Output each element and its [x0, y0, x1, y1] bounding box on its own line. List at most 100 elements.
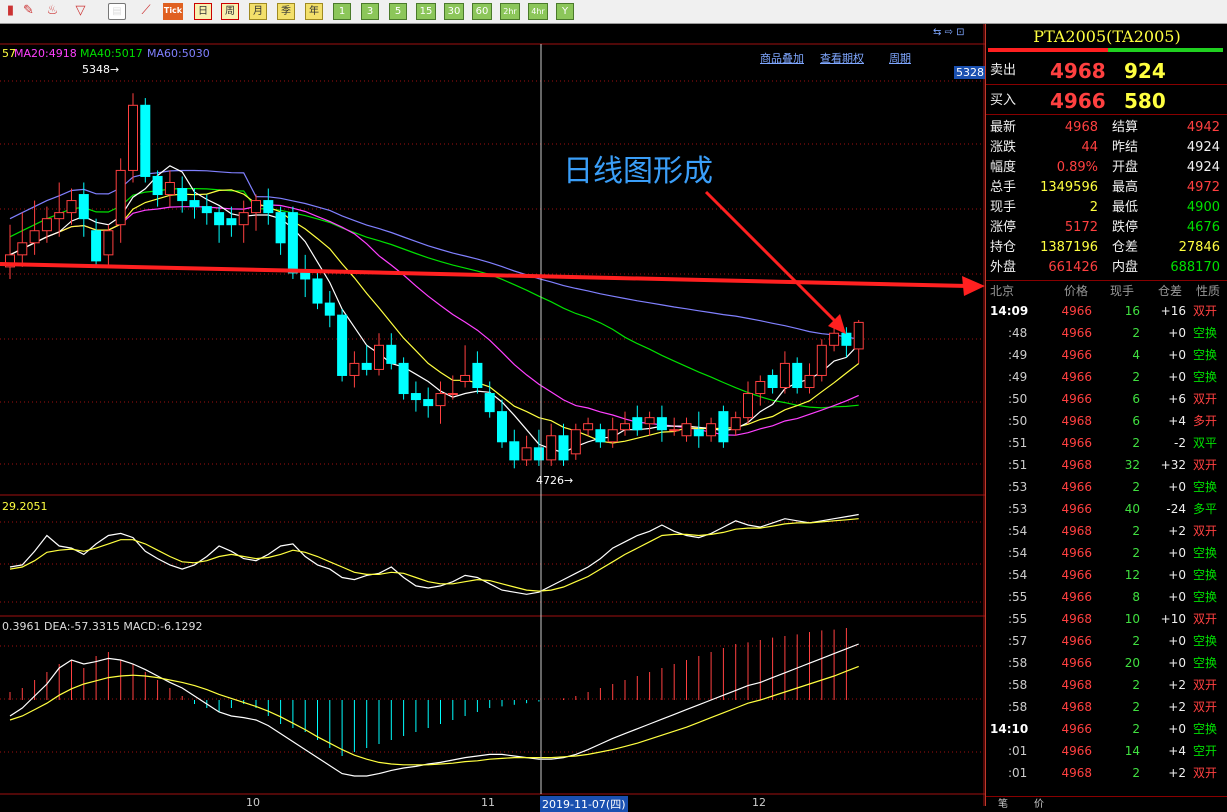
brush-icon[interactable]: ♨: [44, 3, 61, 20]
support-arrow-line: [0, 262, 969, 288]
ma40-line: [9, 188, 859, 409]
tick-row[interactable]: :58 4968 2 +2 双开: [986, 674, 1227, 696]
tick-time: :01: [1008, 744, 1028, 758]
candle-body: [140, 104, 151, 177]
indicator-icon[interactable]: ▮: [2, 3, 19, 20]
panel-toggle-icons[interactable]: ⇆ ⇨ ⊡: [933, 27, 965, 38]
tick-row[interactable]: :54 4966 12 +0 空换: [986, 564, 1227, 586]
tick-row[interactable]: :51 4968 32 +32 双开: [986, 454, 1227, 476]
tick-row[interactable]: 14:09 4966 16 +16 双开: [986, 300, 1227, 322]
candle-body: [66, 200, 77, 214]
draw-pen-icon[interactable]: ✎: [20, 3, 37, 20]
tick-volume: 40: [1124, 502, 1140, 516]
tick-time: :53: [1008, 480, 1028, 494]
candle-body: [472, 362, 483, 389]
sell-label: 卖出: [990, 63, 1017, 78]
period-week-button[interactable]: 周: [221, 3, 239, 20]
tick-price: 4968: [1061, 612, 1092, 626]
tick-time: :58: [1008, 700, 1028, 714]
stats-row: 涨跌 44 昨结 4924: [986, 138, 1227, 158]
tick-row[interactable]: :55 4968 10 +10 双开: [986, 608, 1227, 630]
period-2hr-button[interactable]: 2hr: [500, 3, 520, 20]
tick-type: 空换: [1193, 634, 1218, 648]
tick-row[interactable]: :50 4966 6 +6 双开: [986, 388, 1227, 410]
tick-oi-change: +16: [1160, 304, 1186, 318]
tick-volume: 6: [1132, 414, 1140, 428]
tick-row[interactable]: :50 4968 6 +4 多开: [986, 410, 1227, 432]
tick-row[interactable]: :53 4966 40 -24 多平: [986, 498, 1227, 520]
tick-time: :53: [1008, 502, 1028, 516]
candle-body: [201, 206, 212, 214]
candle-body: [841, 332, 852, 346]
tick-oi-change: +0: [1168, 656, 1186, 670]
period-60min-button[interactable]: 60: [472, 3, 492, 20]
stat-value: 2: [1089, 200, 1098, 215]
candle-body: [533, 447, 544, 461]
ma20-line: [9, 204, 859, 436]
stat-value: 661426: [1048, 260, 1098, 275]
candle-body: [509, 441, 520, 461]
tab-price[interactable]: 价: [1034, 795, 1044, 810]
period-3min-button[interactable]: 3: [361, 3, 379, 20]
filter-icon[interactable]: ▽: [72, 3, 89, 20]
candle-body: [718, 411, 729, 443]
tick-row[interactable]: :57 4966 2 +0 空换: [986, 630, 1227, 652]
period-year-y-button[interactable]: Y: [556, 3, 574, 20]
period-1min-button[interactable]: 1: [333, 3, 351, 20]
buy-label: 买入: [990, 93, 1017, 108]
stat-value: 4900: [1186, 200, 1220, 215]
tick-row[interactable]: 14:10 4966 2 +0 空换: [986, 718, 1227, 740]
period-quarter-button[interactable]: 季: [277, 3, 295, 20]
sell-row: 卖出 4968 924: [986, 58, 1227, 85]
tick-time: :54: [1008, 524, 1028, 538]
tick-type: 空换: [1193, 326, 1218, 340]
tick-type: 空换: [1193, 722, 1218, 736]
candle-body: [779, 362, 790, 389]
period-link[interactable]: 周期: [889, 50, 911, 66]
tick-button[interactable]: Tick: [163, 3, 183, 20]
tick-row[interactable]: :51 4966 2 -2 双平: [986, 432, 1227, 454]
ma60-label: MA60:5030: [147, 47, 210, 60]
candle-body: [755, 380, 766, 395]
tick-row[interactable]: :55 4966 8 +0 空换: [986, 586, 1227, 608]
tick-price: 4966: [1061, 326, 1092, 340]
tick-volume: 8: [1132, 590, 1140, 604]
candle-body: [816, 344, 827, 376]
tick-row[interactable]: :49 4966 2 +0 空换: [986, 366, 1227, 388]
tick-row[interactable]: :54 4966 2 +0 空换: [986, 542, 1227, 564]
line-chart-icon[interactable]: ⟋: [136, 3, 156, 20]
view-options-link[interactable]: 查看期权: [820, 50, 864, 66]
period-day-button[interactable]: 日: [194, 3, 212, 20]
table-icon[interactable]: ▤: [108, 3, 126, 20]
kline-chart[interactable]: 商品叠加 查看期权 周期 ⇆ ⇨ ⊡ 57 MA20:4918 MA40:501…: [0, 24, 986, 812]
period-5min-button[interactable]: 5: [389, 3, 407, 20]
tick-row[interactable]: :01 4966 14 +4 空开: [986, 740, 1227, 762]
contract-title: PTA2005(TA2005): [1033, 27, 1181, 46]
annotation-arrow-line: [704, 190, 840, 326]
tick-row[interactable]: :49 4966 4 +0 空换: [986, 344, 1227, 366]
tick-row[interactable]: :58 4966 20 +0 空换: [986, 652, 1227, 674]
tick-type: 双开: [1193, 700, 1218, 714]
period-4hr-button[interactable]: 4hr: [528, 3, 548, 20]
tick-price: 4968: [1061, 678, 1092, 692]
tick-row[interactable]: :01 4968 2 +2 双开: [986, 762, 1227, 784]
tick-row[interactable]: :58 4968 2 +2 双开: [986, 696, 1227, 718]
tick-oi-change: +10: [1160, 612, 1186, 626]
tick-time: :50: [1008, 414, 1028, 428]
tick-row[interactable]: :48 4966 2 +0 空换: [986, 322, 1227, 344]
period-30min-button[interactable]: 30: [444, 3, 464, 20]
sell-price: 4968: [1050, 59, 1106, 83]
stat-key: 结算: [1112, 120, 1139, 135]
period-15min-button[interactable]: 15: [416, 3, 436, 20]
tick-oi-change: +0: [1168, 348, 1186, 362]
candle-body: [693, 429, 704, 437]
tick-row[interactable]: :53 4966 2 +0 空换: [986, 476, 1227, 498]
period-month-button[interactable]: 月: [249, 3, 267, 20]
tab-trades[interactable]: 笔: [998, 795, 1008, 810]
overlay-commodity-link[interactable]: 商品叠加: [760, 50, 804, 66]
stat-value: 4972: [1186, 180, 1220, 195]
period-year-button[interactable]: 年: [305, 3, 323, 20]
tick-type: 空换: [1193, 480, 1218, 494]
tick-oi-change: +2: [1168, 524, 1186, 538]
tick-row[interactable]: :54 4968 2 +2 双开: [986, 520, 1227, 542]
